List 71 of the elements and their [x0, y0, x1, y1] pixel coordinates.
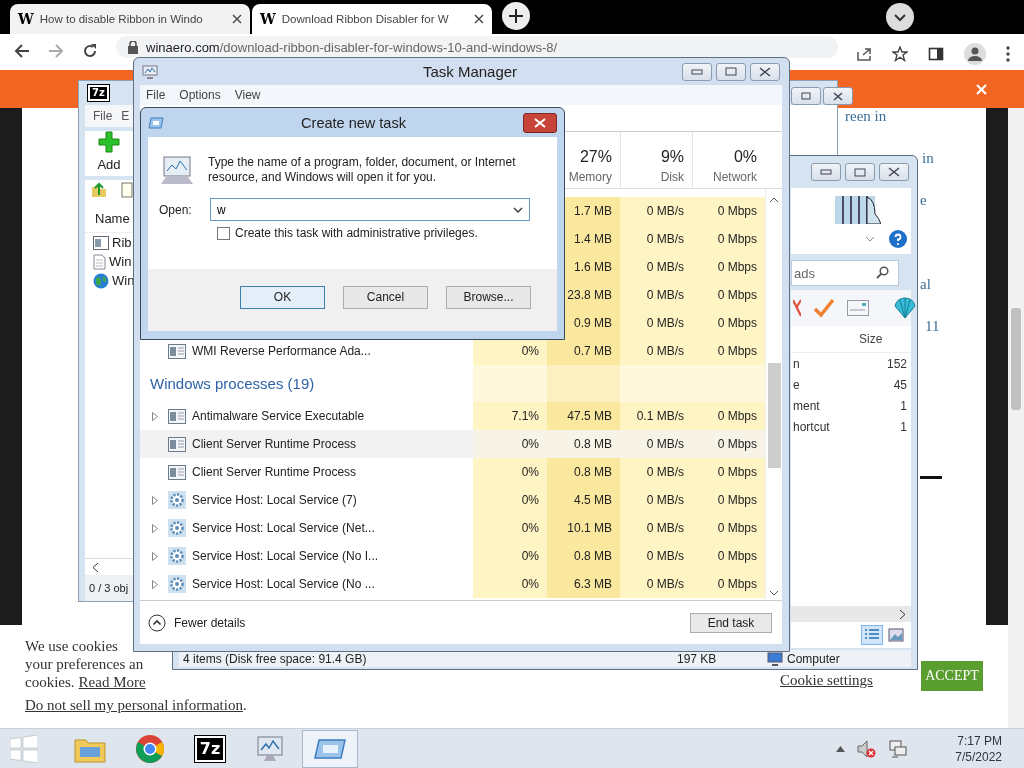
network-cell: 0 Mbps — [692, 570, 765, 598]
disk-cell: 0 MB/s — [620, 337, 692, 365]
disk-cell: 0.1 MB/s — [620, 402, 692, 430]
disk-cell: 0 MB/s — [620, 458, 692, 486]
file-size: 152 — [886, 356, 907, 371]
cpu-cell: 0% — [473, 514, 547, 542]
seven-zip-logo: 7z — [88, 85, 109, 101]
disk-cell: 0 MB/s — [620, 570, 692, 598]
disk-cell: 0 MB/s — [620, 225, 692, 253]
cpu-cell: 7.1% — [473, 402, 547, 430]
network-cell: 0 Mbps — [692, 458, 765, 486]
network-cell: 0 Mbps — [692, 197, 765, 225]
dialog-title: Create new task — [300, 114, 406, 131]
process-name: Service Host: Local Service (Net... — [192, 521, 375, 535]
network-cell: 0 Mbps — [692, 309, 765, 337]
process-name: Service Host: Local Service (No I... — [192, 549, 379, 563]
memory-cell: 10.1 MB — [547, 514, 620, 542]
memory-cell: 47.5 MB — [547, 402, 620, 430]
memory-cell: 0.8 MB — [547, 542, 620, 570]
cpu-cell: 0% — [473, 570, 547, 598]
dialog-message: Type the name of a program, folder, document, or Internet resource, and Windows will open it for you. — [208, 155, 517, 185]
cpu-cell: 0% — [473, 542, 547, 570]
disk-cell: 0 MB/s — [620, 281, 692, 309]
memory-cell: 0.8 MB — [547, 430, 620, 458]
disk-cell: 0 MB/s — [620, 514, 692, 542]
file-size: 1 — [900, 398, 907, 413]
memory-cell: 6.3 MB — [547, 570, 620, 598]
cpu-cell: 0% — [473, 430, 547, 458]
network-cell: 0 Mbps — [692, 430, 765, 458]
process-name: Antimalware Service Executable — [192, 409, 365, 423]
file-size: 45 — [893, 377, 907, 392]
open-label: Open: — [159, 202, 193, 217]
memory-cell: 4.5 MB — [547, 486, 620, 514]
process-name: Client Server Runtime Process — [192, 465, 357, 479]
cpu-cell: 0% — [473, 458, 547, 486]
cookie-text: We use cookies — [25, 637, 118, 655]
network-cell: 0 Mbps — [692, 253, 765, 281]
process-name: Client Server Runtime Process — [192, 437, 357, 451]
column-percent: 9% — [660, 148, 684, 166]
network-cell: 0 Mbps — [692, 281, 765, 309]
network-cell: 0 Mbps — [692, 542, 765, 570]
memory-cell: 0.7 MB — [547, 337, 620, 365]
column-percent: 27% — [579, 148, 612, 166]
disk-cell: 0 MB/s — [620, 309, 692, 337]
file-size: 1 — [900, 419, 907, 434]
cookie-text: cookies. — [25, 673, 75, 691]
status-text: Computer — [787, 651, 840, 666]
disk-cell: 0 MB/s — [620, 253, 692, 281]
cpu-cell: 0% — [473, 486, 547, 514]
process-name: Service Host: Local Service (7) — [192, 493, 357, 507]
disk-cell: 0 MB/s — [620, 542, 692, 570]
column-percent: 0% — [733, 148, 757, 166]
period-text: . — [242, 696, 247, 714]
status-text: 197 KB — [677, 651, 718, 666]
disk-cell: 0 MB/s — [620, 486, 692, 514]
disk-cell: 0 MB/s — [620, 197, 692, 225]
status-text: 4 items (Disk free space: 91.4 GB) — [182, 651, 368, 666]
disk-cell: 0 MB/s — [620, 430, 692, 458]
url-text: winaero.com/download-ribbon-disabler-for-windows-10-and-windows-8/ — [146, 39, 558, 55]
network-cell: 0 Mbps — [692, 486, 765, 514]
window-title: Task Manager — [421, 63, 518, 80]
network-cell: 0 Mbps — [692, 225, 765, 253]
seven-zip-logo: 7z — [194, 735, 226, 762]
network-cell: 0 Mbps — [692, 337, 765, 365]
process-name: Service Host: Local Service (No ... — [192, 577, 375, 591]
network-cell: 0 Mbps — [692, 402, 765, 430]
network-cell: 0 Mbps — [692, 514, 765, 542]
process-name: WMI Reverse Performance Ada... — [192, 344, 371, 358]
cookie-text: your preferences an — [25, 655, 144, 673]
memory-cell: 0.8 MB — [547, 458, 620, 486]
status-text: 0 / 3 obj — [89, 582, 129, 594]
